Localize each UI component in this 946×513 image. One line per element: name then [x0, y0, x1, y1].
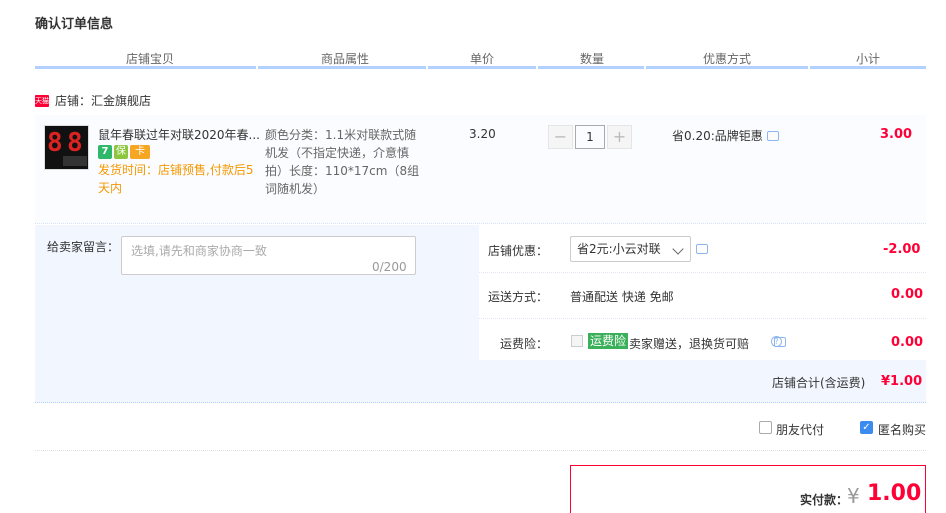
- divider: [35, 450, 926, 451]
- shop-row: 天猫 店铺：汇金旗舰店: [35, 92, 151, 109]
- col-header-attributes: 商品属性: [320, 52, 369, 66]
- shipping-amount: 0.00: [891, 287, 924, 302]
- increase-button[interactable]: +: [607, 125, 632, 149]
- chat-icon[interactable]: [696, 244, 708, 254]
- col-header-price: 单价: [469, 52, 494, 66]
- thumbnail-digit: 8: [67, 128, 83, 158]
- message-placeholder: 选填,请先和商家协商一致: [131, 244, 267, 258]
- ship-time-text: 发货时间：店铺预售,付款后5天内: [98, 163, 254, 195]
- shipping-method: 普通配送 快递 免邮: [570, 290, 674, 304]
- shipping-label: 运送方式：: [487, 290, 548, 304]
- col-header-discount: 优惠方式: [702, 52, 751, 66]
- pay-amount: 1.00: [867, 481, 922, 506]
- shop-total-amount: ¥1.00: [881, 374, 923, 389]
- discount-info: 省0.20:品牌钜惠: [672, 127, 779, 144]
- item-subtotal: 3.00: [880, 127, 913, 142]
- quantity-input[interactable]: 1: [575, 125, 605, 149]
- guarantee-icon[interactable]: 保: [114, 145, 128, 159]
- insurance-amount: 0.00: [891, 335, 924, 350]
- header-underline: [35, 66, 256, 69]
- divider: [479, 318, 926, 319]
- thumbnail-digit: 8: [47, 128, 63, 158]
- pay-currency: ¥: [847, 484, 860, 508]
- insurance-tag: 运费险: [588, 333, 629, 349]
- header-underline: [810, 66, 926, 69]
- decrease-button[interactable]: −: [548, 125, 573, 149]
- product-thumbnail[interactable]: 8 8: [44, 125, 89, 170]
- chat-icon[interactable]: [766, 130, 779, 141]
- tmall-icon: 天猫: [35, 94, 49, 107]
- col-header-item: 店铺宝贝: [125, 52, 174, 66]
- shop-discount-select[interactable]: 省2元:小云对联: [570, 236, 691, 262]
- insurance-label: 运费险：: [499, 337, 548, 351]
- header-underline: [258, 66, 426, 69]
- shop-discount-label: 店铺优惠：: [487, 244, 548, 258]
- shop-total-label: 店铺合计(含运费): [772, 376, 866, 390]
- thumbnail-caption: [63, 156, 87, 166]
- pay-label: 实付款：: [800, 493, 849, 507]
- shop-discount-selected: 省2元:小云对联: [577, 242, 661, 256]
- col-header-quantity: 数量: [579, 52, 604, 66]
- credit-card-icon[interactable]: 卡: [130, 145, 150, 159]
- header-underline: [428, 66, 536, 69]
- discount-text: 省0.20:品牌钜惠: [672, 129, 763, 143]
- chevron-down-icon: [672, 243, 684, 255]
- seven-day-return-icon[interactable]: 7: [98, 145, 112, 159]
- product-name-link[interactable]: 鼠年春联过年对联2020年春...: [98, 126, 263, 143]
- shop-name-link[interactable]: 店铺：汇金旗舰店: [55, 92, 151, 109]
- header-underline: [538, 66, 644, 69]
- help-icon[interactable]: ?: [771, 336, 782, 347]
- friend-pay-label[interactable]: 朋友代付: [776, 421, 824, 438]
- insurance-text: 卖家赠送，退换货可赔: [629, 337, 750, 351]
- col-header-subtotal: 小计: [855, 52, 880, 66]
- header-underline: [646, 66, 808, 69]
- friend-pay-checkbox[interactable]: [759, 421, 772, 434]
- unit-price: 3.20: [469, 127, 496, 141]
- message-char-count: 0/200: [372, 260, 407, 274]
- product-attributes: 颜色分类：1.1米对联款式随机发（不指定快递，介意慎拍）长度：110*17cm（…: [265, 128, 420, 196]
- shop-discount-amount: -2.00: [883, 242, 921, 257]
- quantity-stepper: − 1 +: [548, 125, 632, 149]
- anonymous-label[interactable]: 匿名购买: [878, 421, 926, 438]
- message-label: 给卖家留言：: [47, 240, 120, 254]
- service-badges: 7 保 卡: [98, 145, 150, 159]
- insurance-checkbox: [571, 335, 583, 347]
- divider: [479, 272, 926, 273]
- page-title: 确认订单信息: [35, 17, 114, 32]
- anonymous-checkbox[interactable]: ✓: [860, 421, 873, 434]
